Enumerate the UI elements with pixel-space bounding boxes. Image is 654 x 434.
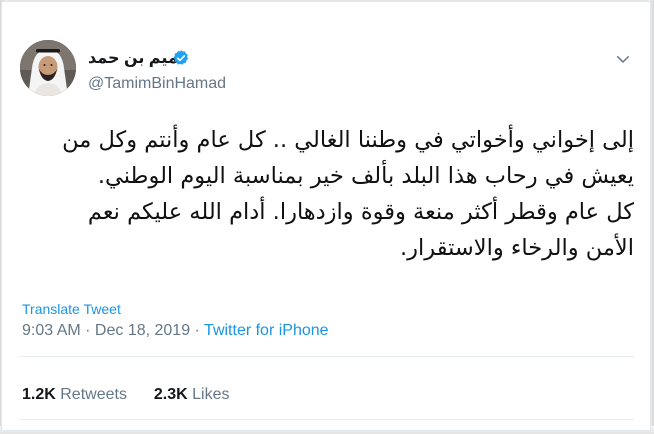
tweet-stats: 1.2K Retweets 2.3K Likes <box>22 386 229 404</box>
author-display-name[interactable]: تميم بن حمد <box>88 48 185 68</box>
tweet-time[interactable]: 9:03 AM <box>22 322 81 339</box>
tweet-line: الأمن والرخاء والاستقرار. <box>400 235 634 261</box>
profile-photo-icon <box>20 40 76 96</box>
divider <box>20 419 634 420</box>
chevron-down-icon[interactable] <box>614 50 632 68</box>
retweets-label: Retweets <box>60 386 127 403</box>
retweets-stat[interactable]: 1.2K Retweets <box>22 386 127 403</box>
tweet-line: يعيش في رحاب هذا البلد بألف خير بمناسبة … <box>97 163 634 189</box>
tweet-date[interactable]: Dec 18, 2019 <box>95 322 190 339</box>
tweet-line: كل عام وقطر أكثر منعة وقوة وازدهارا. أدا… <box>87 199 634 225</box>
avatar[interactable] <box>20 40 76 96</box>
tweet-line: إلى إخواني وأخواتي في وطننا الغالي .. كل… <box>62 127 634 153</box>
tweet-source-link[interactable]: Twitter for iPhone <box>204 322 329 339</box>
likes-stat[interactable]: 2.3K Likes <box>154 386 230 403</box>
translate-tweet-link[interactable]: Translate Tweet <box>22 301 121 317</box>
tweet-metadata: 9:03 AM · Dec 18, 2019 · Twitter for iPh… <box>22 322 329 340</box>
divider <box>20 356 634 357</box>
verified-badge-icon <box>173 50 189 65</box>
meta-separator: · <box>80 322 95 339</box>
author-handle[interactable]: @TamimBinHamad <box>88 75 226 93</box>
likes-count: 2.3K <box>153 386 188 403</box>
meta-separator: · <box>190 322 205 339</box>
likes-label: Likes <box>192 386 230 403</box>
retweets-count: 1.2K <box>22 386 56 403</box>
tweet-text: إلى إخواني وأخواتي في وطننا الغالي .. كل… <box>24 122 634 266</box>
